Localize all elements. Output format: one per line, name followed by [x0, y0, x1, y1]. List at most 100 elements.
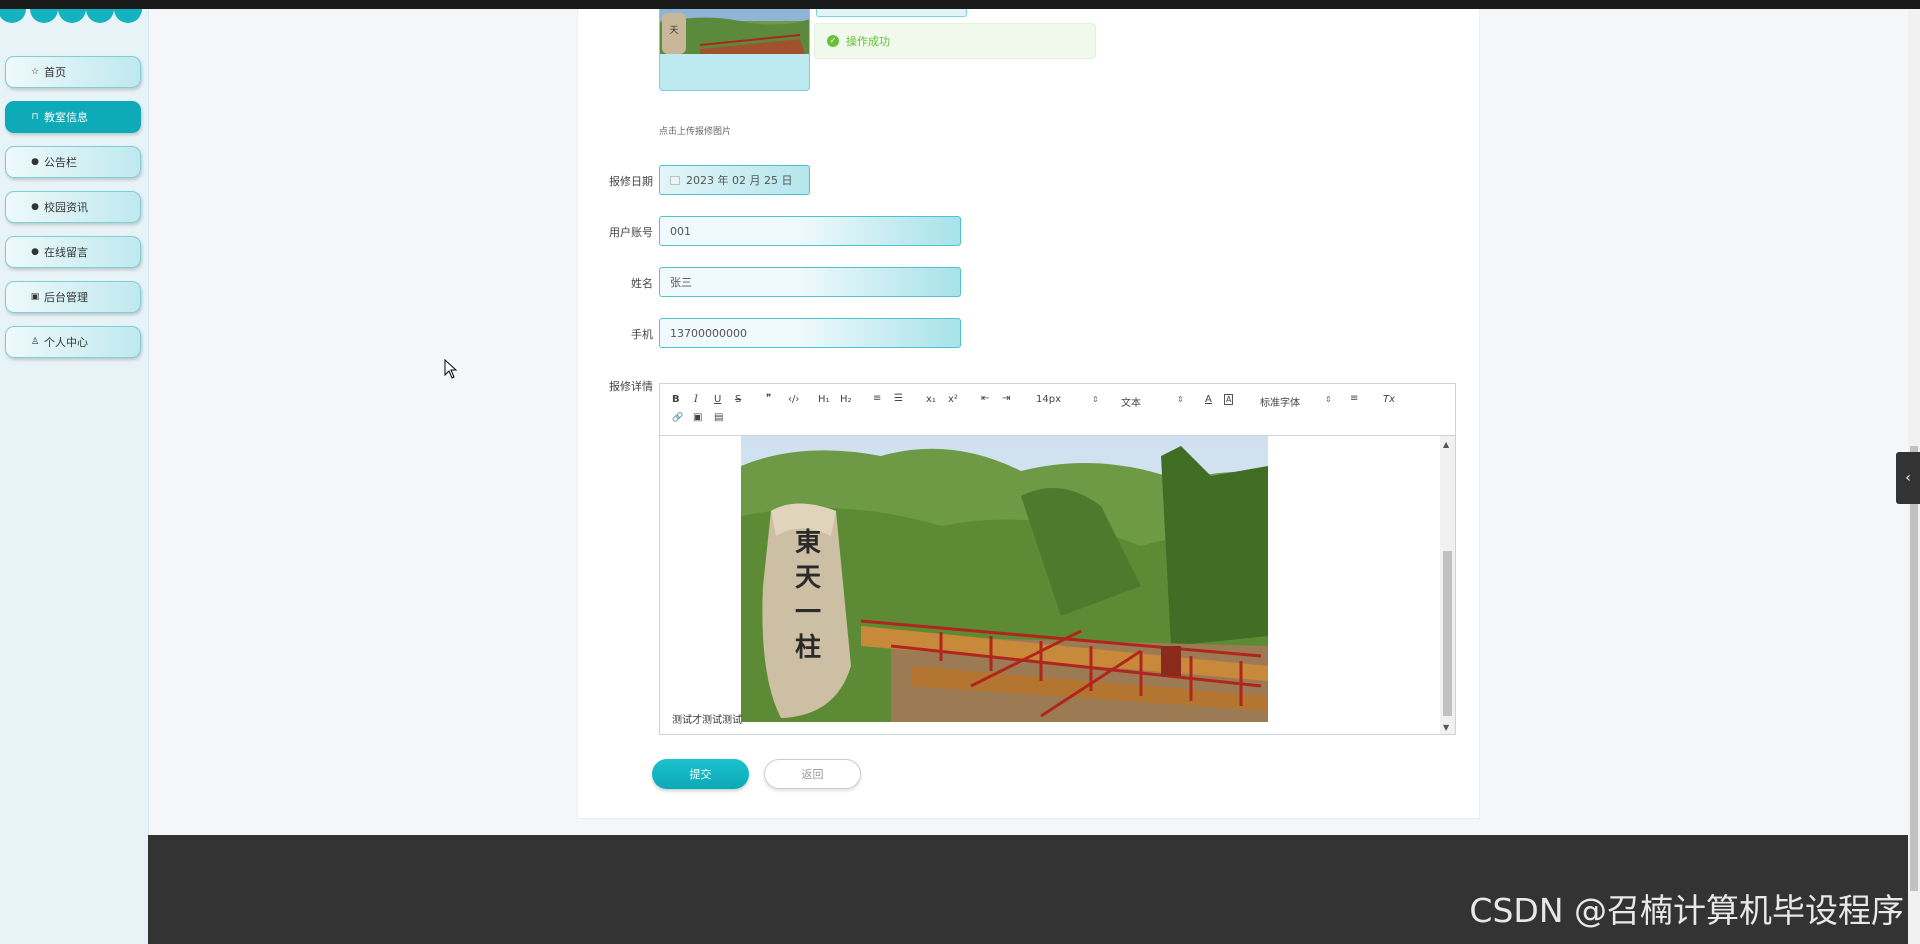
landscape-photo: 東 天 一 柱: [741, 436, 1268, 722]
header2-button[interactable]: H₂: [840, 394, 852, 405]
editor-toolbar: B I U S ❞ ‹/› H₁ H₂ ≡ ☰ x₁ x² ⇤ ⇥ 14px ⇕…: [660, 384, 1455, 436]
sidebar-item-profile[interactable]: ♙ 个人中心: [5, 326, 141, 358]
outdent-button[interactable]: ⇤: [981, 393, 989, 404]
scroll-up-icon[interactable]: ▲: [1443, 440, 1449, 449]
page-scrollbar-thumb[interactable]: [1910, 446, 1918, 891]
calendar-icon: [670, 175, 680, 185]
scrollbar-thumb[interactable]: [1443, 551, 1452, 716]
building-icon: ▣: [30, 292, 40, 302]
account-input[interactable]: 001: [659, 216, 961, 246]
align-button[interactable]: ≡: [1350, 393, 1358, 404]
upload-side-field[interactable]: [816, 9, 967, 17]
date-value: 2023 年 02 月 25 日: [686, 174, 793, 187]
stone-char: 柱: [795, 633, 821, 663]
superscript-button[interactable]: x²: [948, 394, 958, 405]
blockquote-button[interactable]: ❞: [766, 393, 771, 404]
editor-text: 测试才测试测试: [672, 715, 742, 726]
font-size-select[interactable]: 14px: [1036, 394, 1061, 405]
bubble-decoration: [0, 9, 26, 23]
code-block-button[interactable]: ‹/›: [788, 394, 799, 405]
decorative-bubbles: [0, 9, 149, 23]
sidebar-item-label: 个人中心: [44, 336, 88, 349]
toast-message: 操作成功: [846, 35, 890, 48]
uploaded-image-thumbnail: 天: [660, 9, 809, 54]
sidebar: ☆ 首页 ⊓ 教室信息 ● 公告栏 ● 校园资讯 ● 在线留言 ▣ 后台管理 ♙ 个人中心: [0, 9, 149, 944]
bold-button[interactable]: B: [672, 394, 680, 405]
scroll-down-icon[interactable]: ▼: [1443, 723, 1449, 732]
phone-value: 13700000000: [670, 326, 747, 340]
sidebar-item-notice-board[interactable]: ● 公告栏: [5, 146, 141, 178]
stone-char: 東: [795, 528, 821, 558]
sidebar-item-admin[interactable]: ▣ 后台管理: [5, 281, 141, 313]
watermark: CSDN @召楠计算机毕设程序: [1469, 891, 1904, 930]
image-upload[interactable]: 天: [659, 9, 810, 91]
font-family-select[interactable]: 标准字体: [1260, 394, 1300, 409]
stone-char: 天: [795, 563, 821, 593]
sidebar-item-label: 首页: [44, 66, 66, 79]
upload-hint: 点击上传报修图片: [659, 127, 732, 137]
footer: CSDN @召楠计算机毕设程序: [148, 835, 1908, 944]
bag-icon: ⊓: [31, 112, 39, 122]
account-label: 用户账号: [609, 226, 653, 239]
bubble-decoration: [30, 9, 58, 23]
bullet-list-button[interactable]: ☰: [894, 393, 903, 404]
submit-button[interactable]: 提交: [652, 759, 749, 789]
link-button[interactable]: 🔗: [672, 413, 683, 423]
video-button[interactable]: ▤: [714, 412, 723, 423]
sidebar-item-online-message[interactable]: ● 在线留言: [5, 236, 141, 268]
date-label: 报修日期: [609, 175, 653, 188]
success-toast: ✓ 操作成功: [814, 23, 1096, 59]
sidebar-item-label: 教室信息: [44, 111, 88, 124]
svg-text:天: 天: [669, 26, 678, 36]
info-icon: ●: [31, 247, 39, 257]
updown-arrow-icon: ⇕: [1325, 395, 1332, 404]
name-label: 姓名: [631, 277, 653, 290]
stone-char: 一: [795, 598, 821, 628]
top-bar: [0, 0, 1920, 9]
sidebar-item-label: 公告栏: [44, 156, 77, 169]
bubble-decoration: [86, 9, 114, 23]
italic-button[interactable]: I: [694, 394, 698, 405]
editor-scrollbar[interactable]: ▲ ▼: [1440, 436, 1455, 734]
mouse-cursor-icon: [444, 359, 458, 379]
sidebar-item-label: 后台管理: [44, 291, 88, 304]
back-button[interactable]: 返回: [764, 759, 861, 789]
background-color-button[interactable]: A: [1224, 394, 1234, 405]
phone-input[interactable]: 13700000000: [659, 318, 961, 348]
sidebar-item-label: 在线留言: [44, 246, 88, 259]
star-icon: ☆: [30, 67, 40, 77]
editor-content[interactable]: 東 天 一 柱 测试才测试测试: [660, 436, 1440, 734]
sidebar-item-home[interactable]: ☆ 首页: [5, 56, 141, 88]
underline-button[interactable]: U: [714, 394, 721, 405]
sidebar-item-classroom-info[interactable]: ⊓ 教室信息: [5, 101, 141, 133]
chevron-left-icon: ‹: [1905, 470, 1911, 486]
user-icon: ♙: [30, 337, 40, 347]
sidebar-item-campus-news[interactable]: ● 校园资讯: [5, 191, 141, 223]
bubble-decoration: [114, 9, 142, 23]
bubble-decoration: [58, 9, 86, 23]
image-button[interactable]: ▣: [693, 412, 702, 423]
check-circle-icon: ✓: [827, 35, 839, 47]
header-select[interactable]: 文本: [1121, 394, 1141, 409]
font-color-button[interactable]: A: [1205, 394, 1212, 405]
phone-label: 手机: [631, 328, 653, 341]
sidebar-item-label: 校园资讯: [44, 201, 88, 214]
strike-button[interactable]: S: [735, 394, 741, 405]
header1-button[interactable]: H₁: [818, 394, 830, 405]
subscript-button[interactable]: x₁: [926, 394, 936, 405]
name-value: 张三: [670, 276, 692, 289]
account-value: 001: [670, 224, 691, 238]
sidebar-nav: ☆ 首页 ⊓ 教室信息 ● 公告栏 ● 校园资讯 ● 在线留言 ▣ 后台管理 ♙ 个人中心: [5, 56, 141, 371]
indent-button[interactable]: ⇥: [1002, 393, 1010, 404]
info-icon: ●: [31, 157, 39, 167]
collapse-panel-button[interactable]: ‹: [1896, 452, 1920, 504]
detail-label: 报修详情: [609, 380, 653, 393]
date-picker[interactable]: 2023 年 02 月 25 日: [659, 165, 810, 195]
question-icon: ●: [31, 202, 39, 212]
clean-format-button[interactable]: Tx: [1383, 394, 1395, 405]
ordered-list-button[interactable]: ≡: [873, 393, 881, 404]
rich-text-editor: B I U S ❞ ‹/› H₁ H₂ ≡ ☰ x₁ x² ⇤ ⇥ 14px ⇕…: [659, 383, 1456, 735]
updown-arrow-icon: ⇕: [1092, 395, 1099, 404]
updown-arrow-icon: ⇕: [1177, 395, 1184, 404]
name-input[interactable]: 张三: [659, 267, 961, 297]
